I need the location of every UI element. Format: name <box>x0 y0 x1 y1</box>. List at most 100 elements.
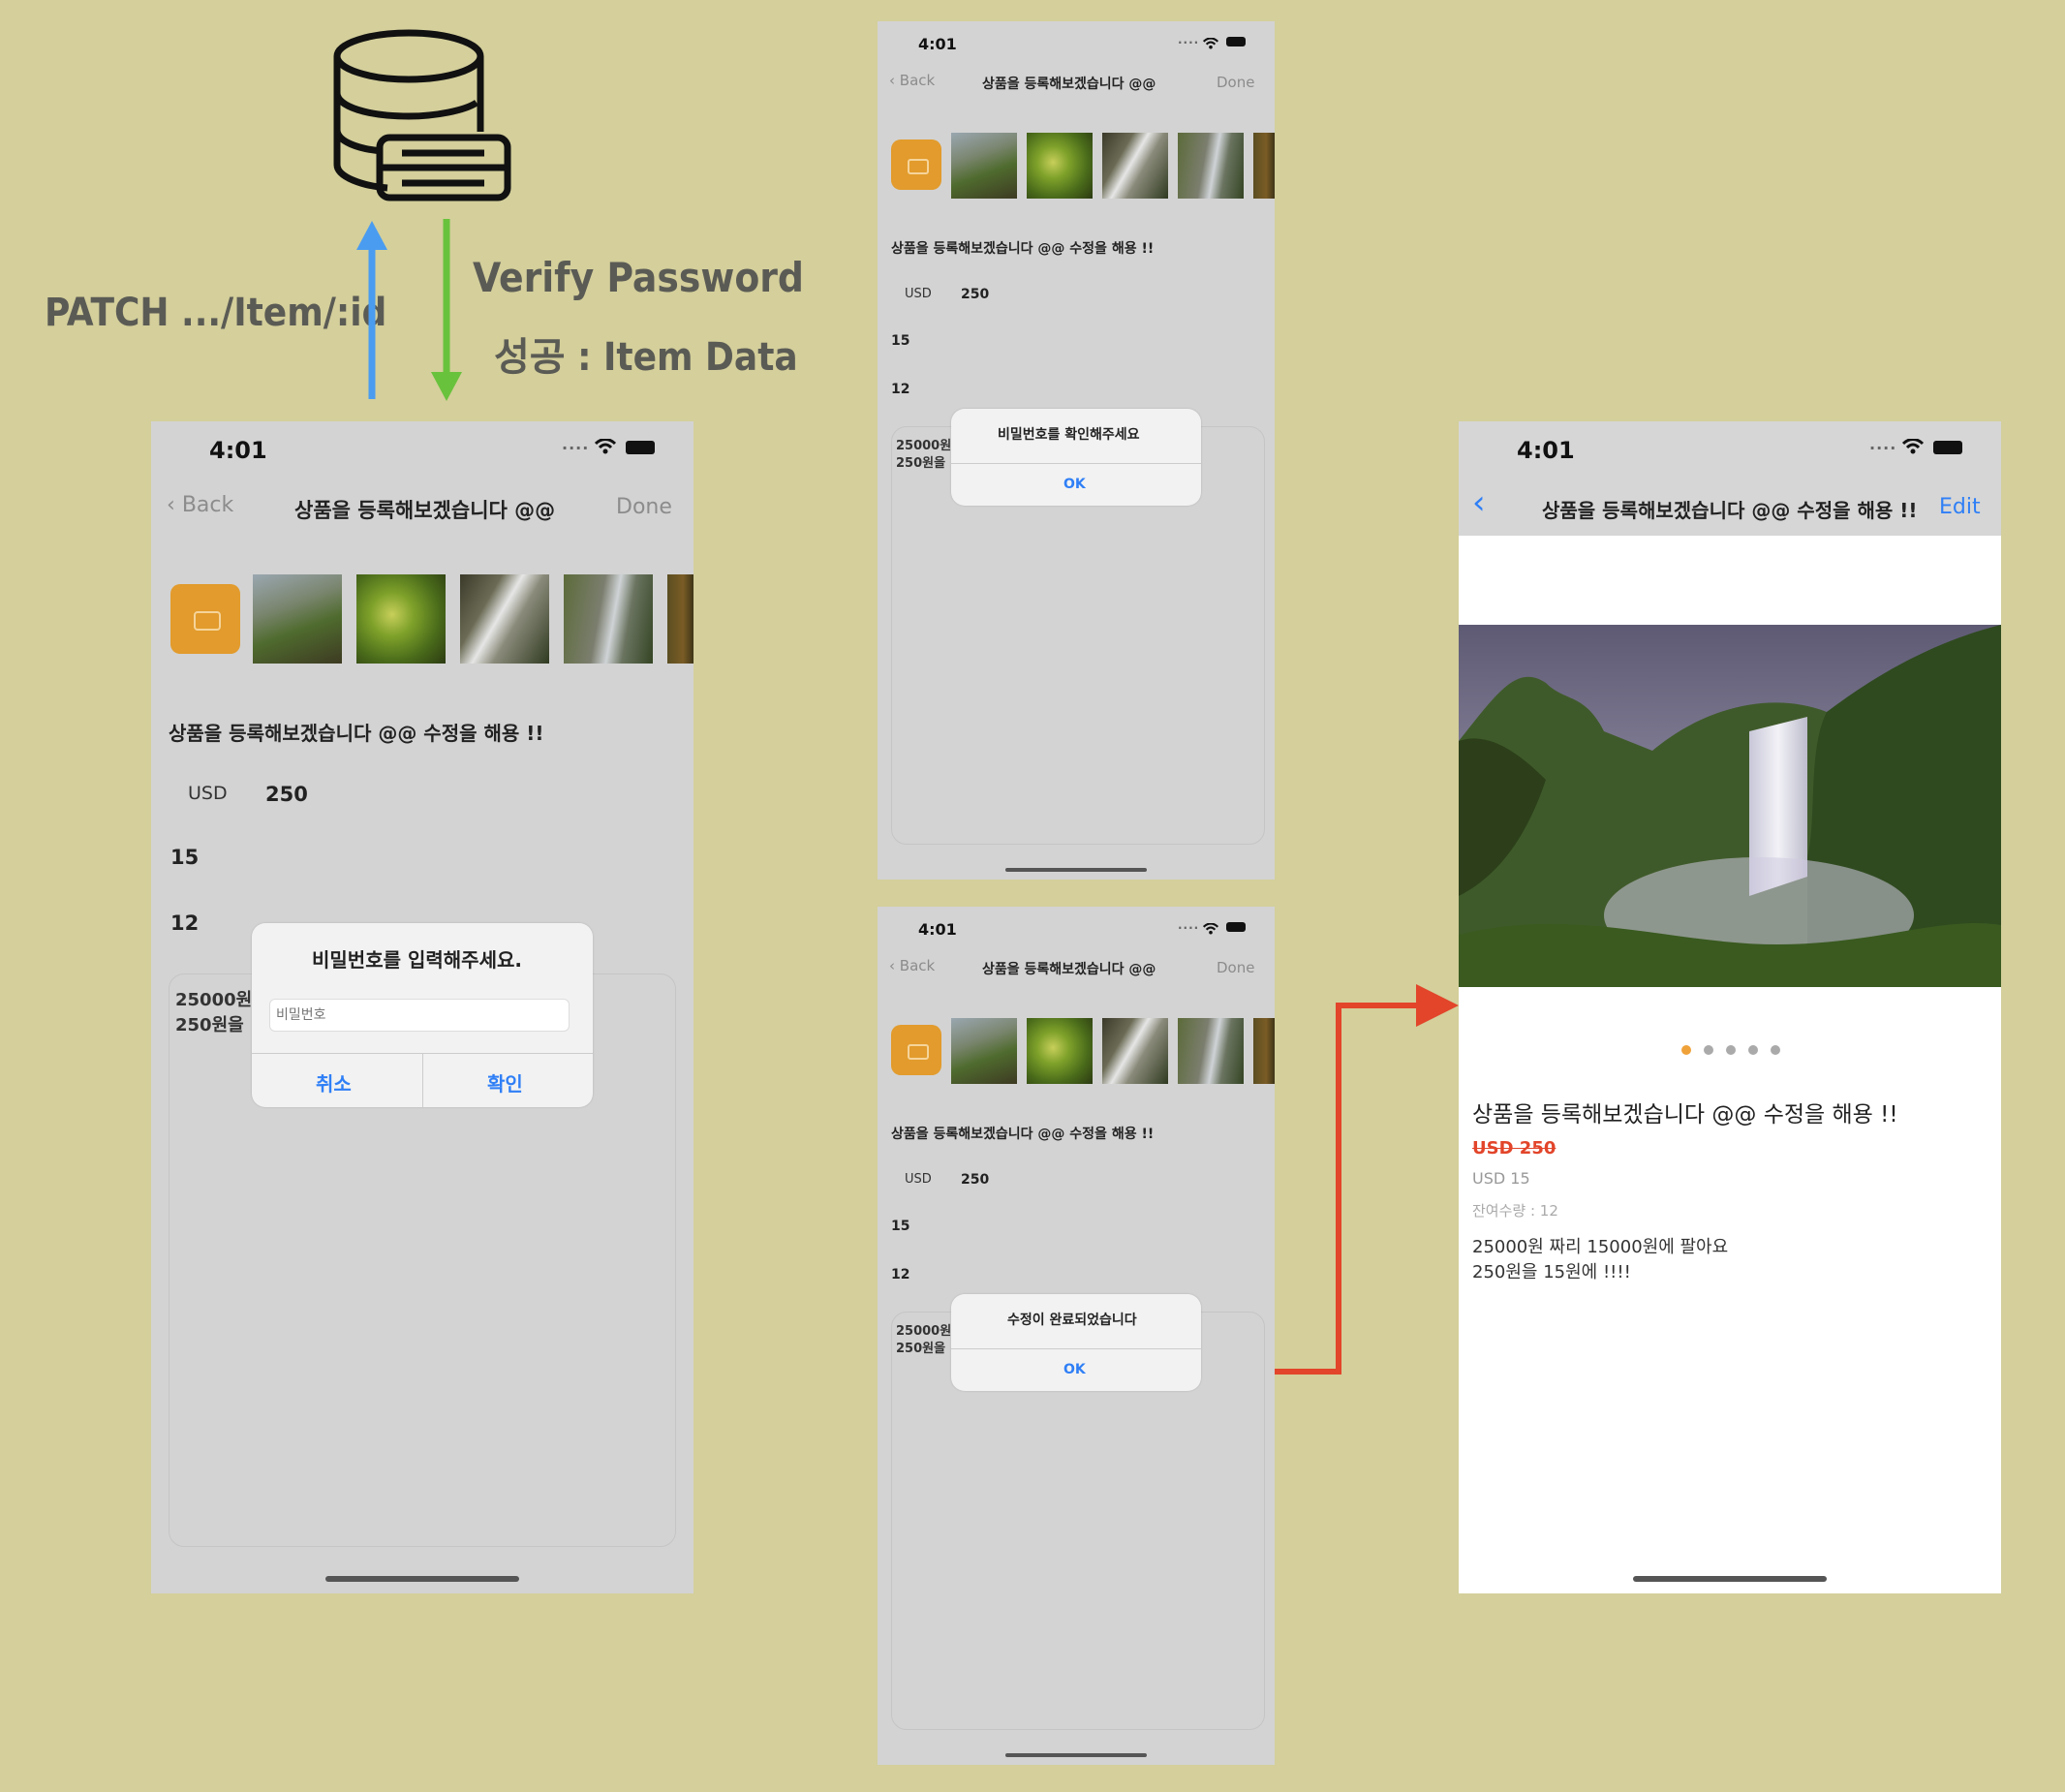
password-alert: 비밀번호를 입력해주세요. 취소 확인 <box>252 923 593 1107</box>
alert-title: 비밀번호를 입력해주세요. <box>312 948 522 972</box>
signal-dots: .... <box>562 435 590 453</box>
ok-button[interactable]: OK <box>1063 477 1086 492</box>
description-line: 25000원 짜리 15000원에 팔아요 <box>1472 1237 1729 1257</box>
signal-dots: .... <box>1178 918 1200 932</box>
currency-selector[interactable]: USD <box>188 783 228 804</box>
status-time: 4:01 <box>918 35 957 53</box>
photo-thumbnail[interactable] <box>667 574 693 664</box>
description-line: 250원을 15원에 !!!! <box>1472 1262 1631 1282</box>
password-input[interactable] <box>269 999 570 1032</box>
discounted-price: USD 15 <box>1472 1169 1530 1188</box>
chevron-left-icon: ‹ <box>889 72 895 89</box>
verify-password-alert: 비밀번호를 확인해주세요 OK <box>951 409 1201 506</box>
description-line: 250원을 <box>896 456 946 471</box>
back-button[interactable]: ‹ Back <box>167 493 233 517</box>
photo-thumbnail[interactable] <box>1102 133 1168 199</box>
page-dot[interactable] <box>1771 1045 1780 1055</box>
cancel-button[interactable]: 취소 <box>316 1068 352 1097</box>
stock-field[interactable]: 12 <box>891 1267 909 1282</box>
item-detail-screen: 4:01 .... ‹ 상품을 등록해보겠습니다 @@ 수정을 해용 !! Ed… <box>1459 421 2001 1593</box>
discount-field[interactable]: 15 <box>891 1219 909 1234</box>
signal-dots: .... <box>1178 33 1200 46</box>
photo-thumbnail[interactable] <box>951 133 1017 199</box>
photo-thumbnail[interactable] <box>564 574 653 664</box>
stock-field[interactable]: 12 <box>891 382 909 397</box>
status-time: 4:01 <box>1517 437 1575 464</box>
edit-button[interactable]: Edit <box>1939 495 1981 519</box>
description-line: 25000원 <box>175 990 253 1010</box>
alert-message: 수정이 완료되었습니다 <box>1007 1313 1137 1328</box>
back-button[interactable]: ‹ Back <box>889 957 935 974</box>
response-arrow-head <box>431 372 462 401</box>
wifi-icon <box>1202 35 1219 53</box>
item-name-field[interactable]: 상품을 등록해보겠습니다 @@ 수정을 해용 !! <box>169 718 543 746</box>
item-name-field[interactable]: 상품을 등록해보겠습니다 @@ 수정을 해용 !! <box>891 238 1154 258</box>
add-photo-button[interactable] <box>170 584 240 654</box>
price-field[interactable]: 250 <box>265 783 308 806</box>
currency-selector[interactable]: USD <box>905 287 932 301</box>
stock-label: 잔여수량 : 12 <box>1472 1202 1558 1220</box>
photo-thumbnail[interactable] <box>1027 1018 1093 1084</box>
alert-divider <box>951 463 1201 464</box>
nav-title: 상품을 등록해보겠습니다 @@ <box>982 77 1156 92</box>
back-label: Back <box>181 493 234 517</box>
photo-thumbnail[interactable] <box>253 574 342 664</box>
chevron-left-icon: ‹ <box>889 957 895 974</box>
wifi-icon <box>594 438 617 458</box>
price-field[interactable]: 250 <box>961 1172 989 1188</box>
item-name-field[interactable]: 상품을 등록해보겠습니다 @@ 수정을 해용 !! <box>891 1124 1154 1143</box>
alert-divider <box>951 1348 1201 1349</box>
discount-field[interactable]: 15 <box>170 846 199 869</box>
page-dot[interactable] <box>1681 1045 1691 1055</box>
success-alert: 수정이 완료되었습니다 OK <box>951 1294 1201 1391</box>
page-indicator[interactable] <box>1681 1043 1788 1057</box>
battery-icon <box>1226 922 1246 932</box>
chevron-left-icon: ‹ <box>167 493 175 517</box>
add-photo-button[interactable] <box>891 139 941 190</box>
discount-field[interactable]: 15 <box>891 333 909 349</box>
done-button[interactable]: Done <box>1217 959 1254 976</box>
back-label: Back <box>899 72 936 89</box>
photo-thumbnail[interactable] <box>1253 1018 1275 1084</box>
page-dot[interactable] <box>1748 1045 1758 1055</box>
photo-thumbnail[interactable] <box>356 574 446 664</box>
back-button[interactable]: ‹ Back <box>889 72 935 89</box>
status-time: 4:01 <box>209 437 267 464</box>
photo-thumbnail[interactable] <box>460 574 549 664</box>
stock-field[interactable]: 12 <box>170 911 199 935</box>
price-field[interactable]: 250 <box>961 287 989 302</box>
done-button[interactable]: Done <box>616 495 672 519</box>
photo-thumbnail[interactable] <box>1253 133 1275 199</box>
photo-thumbnail[interactable] <box>951 1018 1017 1084</box>
wifi-icon <box>1901 438 1925 458</box>
nav-title: 상품을 등록해보겠습니다 @@ <box>982 962 1156 977</box>
camera-icon <box>908 159 929 174</box>
currency-selector[interactable]: USD <box>905 1172 932 1187</box>
confirm-button[interactable]: 확인 <box>487 1068 523 1097</box>
add-photo-button[interactable] <box>891 1025 941 1075</box>
camera-icon <box>194 611 221 631</box>
edit-screen-success-alert: 4:01 .... ‹ Back 상품을 등록해보겠습니다 @@ Done 상품… <box>878 907 1275 1765</box>
photo-thumbnail[interactable] <box>1178 1018 1244 1084</box>
photo-thumbnail[interactable] <box>1027 133 1093 199</box>
done-button[interactable]: Done <box>1217 74 1254 91</box>
home-indicator <box>1005 1753 1147 1757</box>
back-button[interactable]: ‹ <box>1472 483 1486 522</box>
edit-screen-password-prompt: 4:01 .... ‹ Back 상품을 등록해보겠습니다 @@ Done 상품… <box>151 421 693 1593</box>
photo-thumbnail[interactable] <box>1178 133 1244 199</box>
page-dot[interactable] <box>1726 1045 1736 1055</box>
nav-title: 상품을 등록해보겠습니다 @@ 수정을 해용 !! <box>1542 499 1918 522</box>
item-image[interactable] <box>1459 625 2001 987</box>
status-time: 4:01 <box>918 920 957 939</box>
home-indicator <box>325 1576 519 1582</box>
home-indicator <box>1633 1576 1827 1582</box>
description-line: 250원을 <box>175 1015 244 1035</box>
battery-icon <box>1226 37 1246 46</box>
page-dot[interactable] <box>1704 1045 1713 1055</box>
wifi-icon <box>1202 920 1219 939</box>
photo-thumbnail[interactable] <box>1102 1018 1168 1084</box>
battery-icon <box>626 441 655 454</box>
nav-title: 상품을 등록해보겠습니다 @@ <box>294 499 556 522</box>
alert-message: 비밀번호를 확인해주세요 <box>998 427 1140 443</box>
ok-button[interactable]: OK <box>1063 1362 1086 1377</box>
